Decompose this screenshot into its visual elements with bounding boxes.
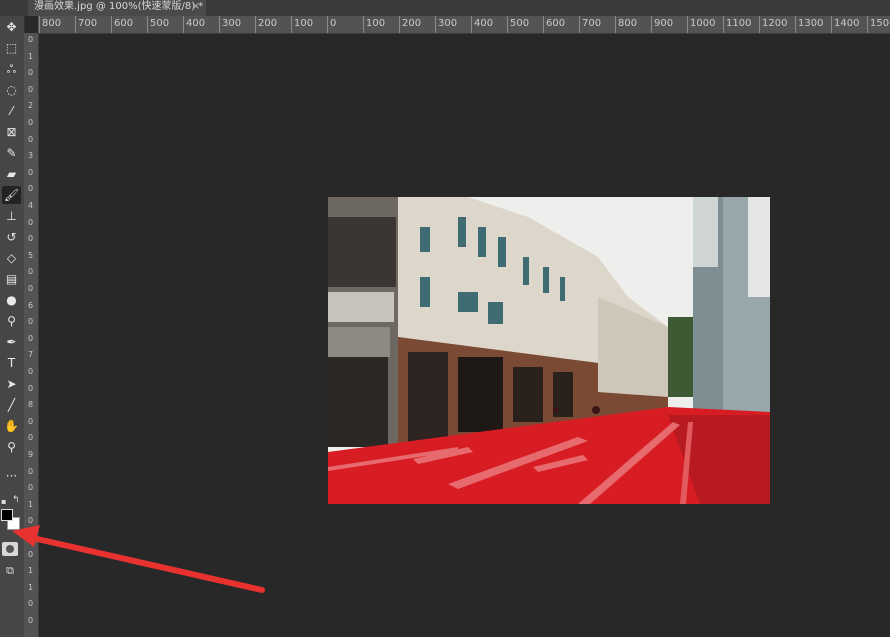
ruler-vertical-digit: 5: [27, 250, 34, 260]
ruler-vertical-digit: 0: [27, 383, 34, 393]
blur-tool-icon[interactable]: ●: [2, 291, 21, 309]
quick-mask-button[interactable]: [2, 542, 18, 556]
ruler-vertical-digit: 8: [27, 400, 34, 410]
ruler-tick-label: 1200: [758, 16, 788, 33]
ruler-tick-label: 0: [326, 16, 337, 33]
ruler-vertical-digit: 1: [27, 51, 34, 61]
pen-tool-icon[interactable]: ✒: [2, 333, 21, 351]
swap-colors-icon[interactable]: ↰: [12, 495, 20, 505]
ruler-vertical-digit: 3: [27, 151, 34, 161]
ruler-vertical-digit: 1: [27, 566, 34, 576]
history-brush-tool-icon[interactable]: ↺: [2, 228, 21, 246]
marquee-tool-icon[interactable]: ⬚: [2, 39, 21, 57]
ruler-vertical-digit: 0: [27, 516, 34, 526]
clone-stamp-tool-icon[interactable]: ⊥: [2, 207, 21, 225]
ruler-vertical-digit: 0: [27, 184, 34, 194]
zoom-tool-icon[interactable]: ⚲: [2, 438, 21, 456]
ruler-vertical-digit: 0: [27, 284, 34, 293]
ruler-tick-label: 800: [614, 16, 638, 33]
ruler-tick-label: 700: [578, 16, 602, 33]
ruler-tick-label: 300: [218, 16, 242, 33]
ruler-tick-label: 1300: [794, 16, 824, 33]
ruler-tick-label: 200: [398, 16, 422, 33]
ruler-tick-label: 400: [182, 16, 206, 33]
quick-select-tool-icon[interactable]: ◌: [2, 81, 21, 99]
dodge-tool-icon[interactable]: ⚲: [2, 312, 21, 330]
ruler-tick-label: 100: [362, 16, 386, 33]
ruler-vertical-digit: 0: [27, 433, 34, 443]
ruler-tick-label: 1500: [866, 16, 890, 33]
move-tool-icon[interactable]: ✥: [2, 18, 21, 36]
healing-brush-tool-icon[interactable]: ▰: [2, 165, 21, 183]
ruler-tick-label: 600: [542, 16, 566, 33]
horizontal-ruler[interactable]: 800 700 600 500 400 300 200 100 0 100 200 300 400 500…: [38, 16, 890, 34]
ruler-vertical-digit: 4: [27, 201, 34, 210]
ruler-vertical-digit: 0: [27, 466, 34, 476]
ruler-tick-label: 700: [74, 16, 98, 33]
gradient-tool-icon[interactable]: ▤: [2, 270, 21, 288]
ruler-vertical-digit: 7: [27, 350, 34, 360]
type-tool-icon[interactable]: T: [2, 354, 21, 372]
frame-tool-icon[interactable]: ⊠: [2, 123, 21, 141]
lasso-tool-icon[interactable]: ஃ: [2, 60, 21, 78]
eraser-tool-icon[interactable]: ◇: [2, 249, 21, 267]
ruler-vertical-digit: 0: [27, 483, 34, 493]
ruler-tick-label: 500: [146, 16, 170, 33]
vertical-ruler[interactable]: 0 1 0 0 2 0 0 3 0 0 4 0 0 5 0 0 6 0 0 7 0 0 8 0 0 9 0 0 1 0 0 0 1 1 0 0: [24, 33, 39, 637]
document-tab-bar: 漫画效果.jpg @ 100%(快速蒙版/8) * ×: [0, 0, 890, 16]
street-photo: [328, 197, 770, 504]
ruler-vertical-digit: 0: [27, 217, 34, 227]
path-select-tool-icon[interactable]: ➤: [2, 375, 21, 393]
ruler-tick-label: 300: [434, 16, 458, 33]
ruler-vertical-digit: 0: [27, 549, 34, 559]
ruler-tick-label: 500: [506, 16, 530, 33]
ruler-tick-label: 400: [470, 16, 494, 33]
close-icon[interactable]: ×: [192, 0, 200, 14]
ruler-tick-label: 1400: [830, 16, 860, 33]
ruler-vertical-digit: 0: [27, 267, 34, 277]
ruler-vertical-digit: 2: [27, 101, 34, 111]
tools-panel: ··· ▪ ↰ ⧉ ✥ ⬚ ஃ ◌ ⁄ ⊠ ✎ ▰ 🖌 ⊥ ↺ ◇ ▤ ● ⚲ ✒ T ➤ ╱ ✋ ⚲: [0, 16, 25, 637]
foreground-color-swatch[interactable]: [1, 509, 13, 521]
brush-tool-icon[interactable]: 🖌: [2, 186, 21, 204]
ruler-vertical-digit: 9: [27, 450, 34, 459]
ruler-vertical-digit: 1: [27, 499, 34, 509]
ruler-tick-label: 1000: [686, 16, 716, 33]
ruler-vertical-digit: 0: [27, 367, 34, 376]
ruler-vertical-digit: 0: [27, 533, 34, 542]
ruler-vertical-digit: 0: [27, 84, 34, 94]
document-tab[interactable]: 漫画效果.jpg @ 100%(快速蒙版/8) * ×: [28, 0, 206, 16]
ruler-tick-label: 1100: [722, 16, 752, 33]
ruler-vertical-digit: 0: [27, 234, 34, 244]
ruler-vertical-digit: 0: [27, 616, 34, 625]
screen-mode-icon[interactable]: ⧉: [2, 564, 18, 578]
ruler-vertical-digit: 0: [27, 68, 34, 78]
ruler-vertical-digit: 0: [27, 134, 34, 144]
ruler-tick-label: 200: [254, 16, 278, 33]
ruler-vertical-digit: 0: [27, 35, 34, 44]
eyedropper-tool-icon[interactable]: ⁄: [2, 102, 21, 120]
default-colors-icon[interactable]: ▪: [1, 497, 6, 506]
ruler-vertical-digit: 0: [27, 317, 34, 327]
ruler-vertical-digit: 0: [27, 599, 34, 609]
hand-tool-icon[interactable]: ✋: [2, 417, 21, 435]
ruler-tick-label: 900: [650, 16, 674, 33]
ruler-tick-label: 100: [290, 16, 314, 33]
spot-healing-tool-icon[interactable]: ✎: [2, 144, 21, 162]
more-tools-icon[interactable]: ···: [2, 470, 21, 482]
ruler-vertical-digit: 1: [27, 582, 34, 592]
line-tool-icon[interactable]: ╱: [2, 396, 21, 414]
ruler-vertical-digit: 6: [27, 300, 34, 310]
document-tab-title: 漫画效果.jpg @ 100%(快速蒙版/8) *: [34, 1, 204, 12]
ruler-tick-label: 800: [38, 16, 62, 33]
ruler-tick-label: 600: [110, 16, 134, 33]
ruler-vertical-digit: 0: [27, 416, 34, 426]
ruler-vertical-digit: 0: [27, 167, 34, 177]
ruler-vertical-digit: 0: [27, 333, 34, 343]
ruler-vertical-digit: 0: [27, 118, 34, 127]
